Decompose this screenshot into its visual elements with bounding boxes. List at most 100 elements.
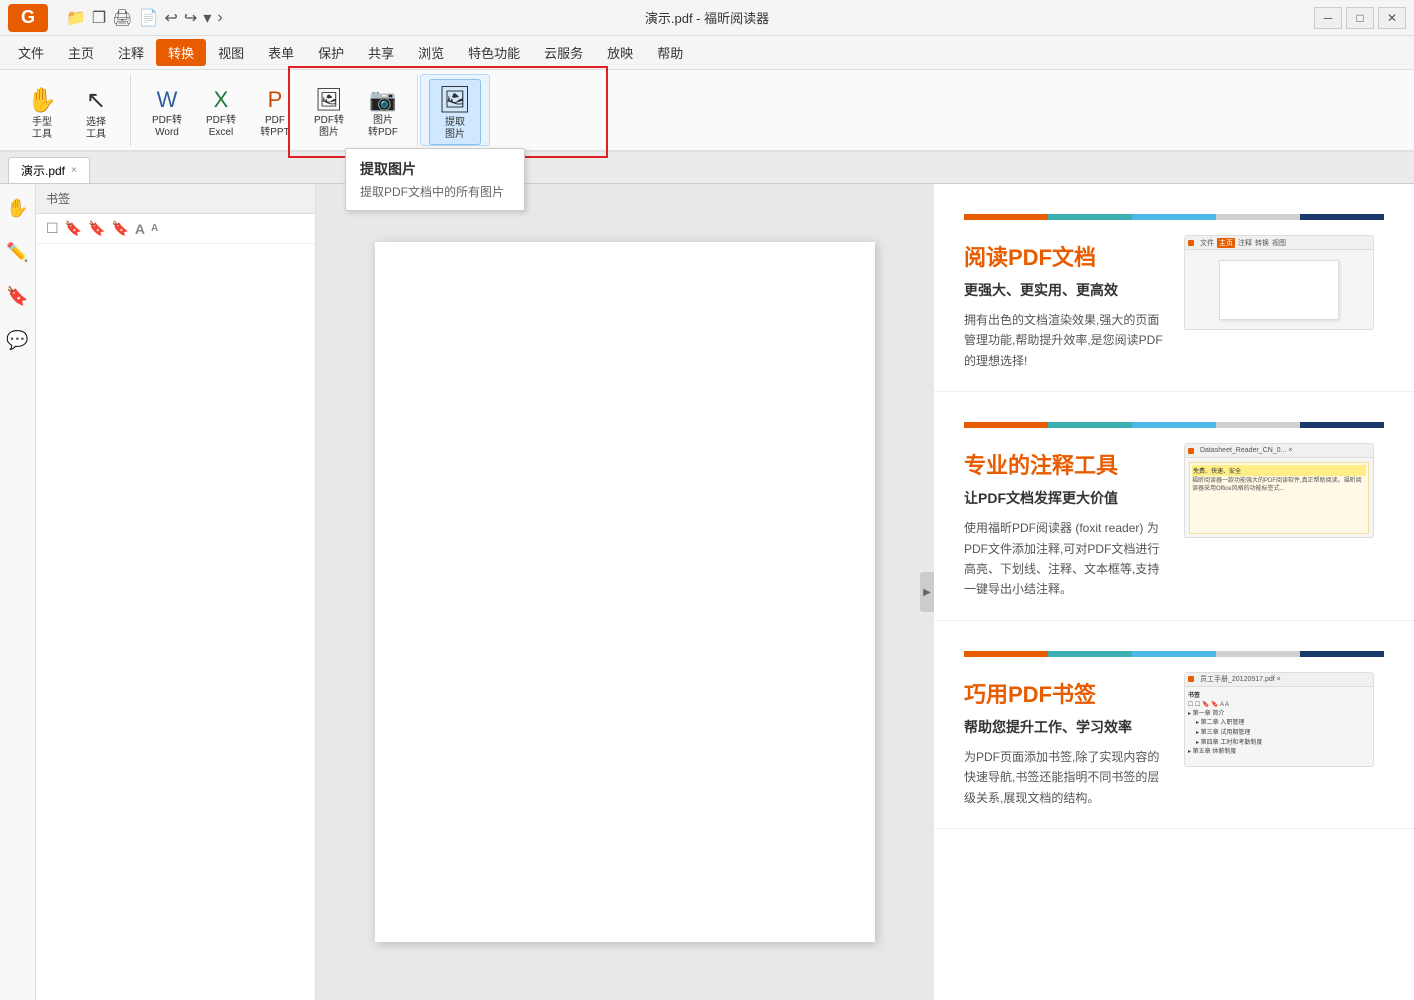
menu-protect[interactable]: 保护 bbox=[306, 39, 356, 66]
doc-section-bookmark: 巧用PDF书签 帮助您提升工作、学习效率 为PDF页面添加书签,除了实现内容的快… bbox=[934, 621, 1414, 829]
tooltip-extract: 提取图片 提取PDF文档中的所有图片 bbox=[345, 148, 525, 211]
sidebar: 书签 ☐ 🔖 🔖 🔖 A A bbox=[36, 184, 316, 1000]
section1-text: 拥有出色的文档渲染效果,强大的页面管理功能,帮助提升效率,是您阅读PDF的理想选… bbox=[964, 310, 1169, 371]
menu-bar: 文件 主页 注释 转换 视图 表单 保护 共享 浏览 特色功能 云服务 放映 帮… bbox=[0, 36, 1414, 70]
menu-share[interactable]: 共享 bbox=[356, 39, 406, 66]
img-to-pdf-icon: 📷 bbox=[369, 87, 396, 113]
ribbon-group-extract: 🖼 提取图片 bbox=[420, 74, 490, 146]
tab-bar: 演示.pdf × bbox=[0, 152, 1414, 184]
select-icon: ↖ bbox=[86, 86, 106, 115]
main-area: ✋ ✏️ 🔖 💬 书签 ☐ 🔖 🔖 🔖 A A ▶ bbox=[0, 184, 1414, 1000]
menu-help[interactable]: 帮助 bbox=[645, 39, 695, 66]
pdf-to-excel-button[interactable]: X PDF转Excel bbox=[195, 80, 247, 146]
image-to-pdf-button[interactable]: 📷 图片转PDF bbox=[357, 80, 409, 146]
new-file-icon[interactable]: 📄 bbox=[139, 8, 159, 28]
menu-home[interactable]: 主页 bbox=[56, 39, 106, 66]
left-bookmark-icon[interactable]: 🔖 bbox=[4, 282, 32, 310]
pdf-to-excel-label: PDF转Excel bbox=[206, 115, 236, 139]
collapse-arrow: ▶ bbox=[923, 587, 931, 598]
ribbon: ✋ 手型工具 ↖ 选择工具 W PDF转Word X PDF转Excel P P… bbox=[0, 70, 1414, 152]
pdf-content-area[interactable] bbox=[316, 184, 934, 1000]
tab-filename: 演示.pdf bbox=[21, 162, 65, 179]
ribbon-group-tools: ✋ 手型工具 ↖ 选择工具 bbox=[8, 74, 131, 146]
menu-file[interactable]: 文件 bbox=[6, 39, 56, 66]
tooltip-description: 提取PDF文档中的所有图片 bbox=[360, 183, 510, 200]
pdf-page bbox=[375, 242, 875, 942]
extract-image-button[interactable]: 🖼 提取图片 bbox=[429, 79, 481, 145]
sidebar-content bbox=[36, 244, 315, 1000]
pdf-to-word-label: PDF转Word bbox=[152, 115, 182, 139]
section1-title: 阅读PDF文档 bbox=[964, 240, 1169, 272]
select-tool-button[interactable]: ↖ 选择工具 bbox=[70, 80, 122, 146]
pdf-to-ppt-button[interactable]: P PDF转PPT bbox=[249, 80, 301, 146]
section3-subtitle: 帮助您提升工作、学习效率 bbox=[964, 717, 1169, 737]
dropdown-icon[interactable]: ▾ bbox=[203, 8, 211, 28]
section2-title: 专业的注释工具 bbox=[964, 448, 1169, 480]
tooltip-title: 提取图片 bbox=[360, 159, 510, 179]
hand-tool-button[interactable]: ✋ 手型工具 bbox=[16, 80, 68, 146]
undo-icon[interactable]: ↩ bbox=[165, 8, 178, 28]
left-panel: ✋ ✏️ 🔖 💬 bbox=[0, 184, 36, 1000]
left-hand-icon[interactable]: ✋ bbox=[4, 194, 32, 222]
new-window-icon[interactable]: ❐ bbox=[92, 8, 106, 28]
sidebar-tool-bk1[interactable]: 🔖 bbox=[65, 220, 82, 237]
maximize-button[interactable]: □ bbox=[1346, 7, 1374, 29]
window-controls: ─ □ ✕ bbox=[1314, 7, 1406, 29]
window-title: 演示.pdf - 福昕阅读器 bbox=[645, 8, 769, 27]
more-icon[interactable]: › bbox=[217, 9, 222, 27]
menu-annotation[interactable]: 注释 bbox=[106, 39, 156, 66]
close-button[interactable]: ✕ bbox=[1378, 7, 1406, 29]
section2-subtitle: 让PDF文档发挥更大价值 bbox=[964, 488, 1169, 508]
excel-icon: X bbox=[214, 87, 229, 113]
hand-tool-label: 手型工具 bbox=[32, 117, 52, 141]
menu-view[interactable]: 视图 bbox=[206, 39, 256, 66]
print-icon[interactable]: 🖨 bbox=[112, 8, 132, 28]
pdf-tab[interactable]: 演示.pdf × bbox=[8, 157, 90, 183]
open-folder-icon[interactable]: 📁 bbox=[66, 8, 86, 28]
sidebar-toolbar: ☐ 🔖 🔖 🔖 A A bbox=[36, 214, 315, 244]
section3-accent bbox=[964, 651, 1384, 657]
app-logo: G bbox=[8, 4, 48, 32]
hand-icon: ✋ bbox=[27, 86, 57, 115]
pdf-to-ppt-label: PDF转PPT bbox=[260, 115, 289, 139]
doc-section-annotate: 专业的注释工具 让PDF文档发挥更大价值 使用福昕PDF阅读器 (foxit r… bbox=[934, 392, 1414, 621]
word-icon: W bbox=[157, 87, 178, 113]
menu-feature[interactable]: 特色功能 bbox=[456, 39, 532, 66]
left-annotation-icon[interactable]: ✏️ bbox=[4, 238, 32, 266]
collapse-handle[interactable]: ▶ bbox=[920, 572, 934, 612]
sidebar-tool-text-small[interactable]: A bbox=[151, 223, 158, 234]
right-panel: 阅读PDF文档 更强大、更实用、更高效 拥有出色的文档渲染效果,强大的页面管理功… bbox=[934, 184, 1414, 1000]
sidebar-tool-new[interactable]: ☐ bbox=[46, 220, 59, 237]
doc-section-read: 阅读PDF文档 更强大、更实用、更高效 拥有出色的文档渲染效果,强大的页面管理功… bbox=[934, 184, 1414, 392]
menu-convert[interactable]: 转换 bbox=[156, 39, 206, 66]
extract-img-icon: 🖼 bbox=[438, 84, 471, 115]
sidebar-header: 书签 bbox=[36, 184, 315, 214]
section2-accent bbox=[964, 422, 1384, 428]
sidebar-tool-text-large[interactable]: A bbox=[135, 221, 145, 237]
pdf-to-word-button[interactable]: W PDF转Word bbox=[141, 80, 193, 146]
left-comment-icon[interactable]: 💬 bbox=[4, 326, 32, 354]
section3-title: 巧用PDF书签 bbox=[964, 677, 1169, 709]
sidebar-tool-bk2[interactable]: 🔖 bbox=[88, 220, 105, 237]
titlebar-toolbar: 📁 ❐ 🖨 📄 ↩ ↪ ▾ › bbox=[66, 8, 223, 28]
select-tool-label: 选择工具 bbox=[86, 117, 106, 141]
ribbon-group-convert: W PDF转Word X PDF转Excel P PDF转PPT 🖼 PDF转图… bbox=[133, 74, 418, 146]
title-bar: G 📁 ❐ 🖨 📄 ↩ ↪ ▾ › 演示.pdf - 福昕阅读器 ─ □ ✕ bbox=[0, 0, 1414, 36]
menu-cloud[interactable]: 云服务 bbox=[532, 39, 595, 66]
minimize-button[interactable]: ─ bbox=[1314, 7, 1342, 29]
pdf-to-image-label: PDF转图片 bbox=[314, 115, 344, 139]
pdf-to-img-icon: 🖼 bbox=[315, 87, 343, 113]
menu-form[interactable]: 表单 bbox=[256, 39, 306, 66]
redo-icon[interactable]: ↪ bbox=[184, 8, 197, 28]
tab-close-button[interactable]: × bbox=[71, 165, 77, 176]
section3-screenshot: 员工手册_20120917.pdf × 书签 ☐ ☐ 🔖 🔖 A A ▸ 第一章… bbox=[1184, 672, 1374, 767]
menu-browse[interactable]: 浏览 bbox=[406, 39, 456, 66]
menu-slideshow[interactable]: 放映 bbox=[595, 39, 645, 66]
section1-accent bbox=[964, 214, 1384, 220]
section1-subtitle: 更强大、更实用、更高效 bbox=[964, 280, 1169, 300]
image-to-pdf-label: 图片转PDF bbox=[368, 115, 398, 139]
sidebar-tool-bk3[interactable]: 🔖 bbox=[111, 220, 128, 237]
section1-screenshot: 文件 主页 注释 转换 视图 bbox=[1184, 235, 1374, 330]
extract-image-label: 提取图片 bbox=[445, 117, 465, 141]
pdf-to-image-button[interactable]: 🖼 PDF转图片 bbox=[303, 80, 355, 146]
